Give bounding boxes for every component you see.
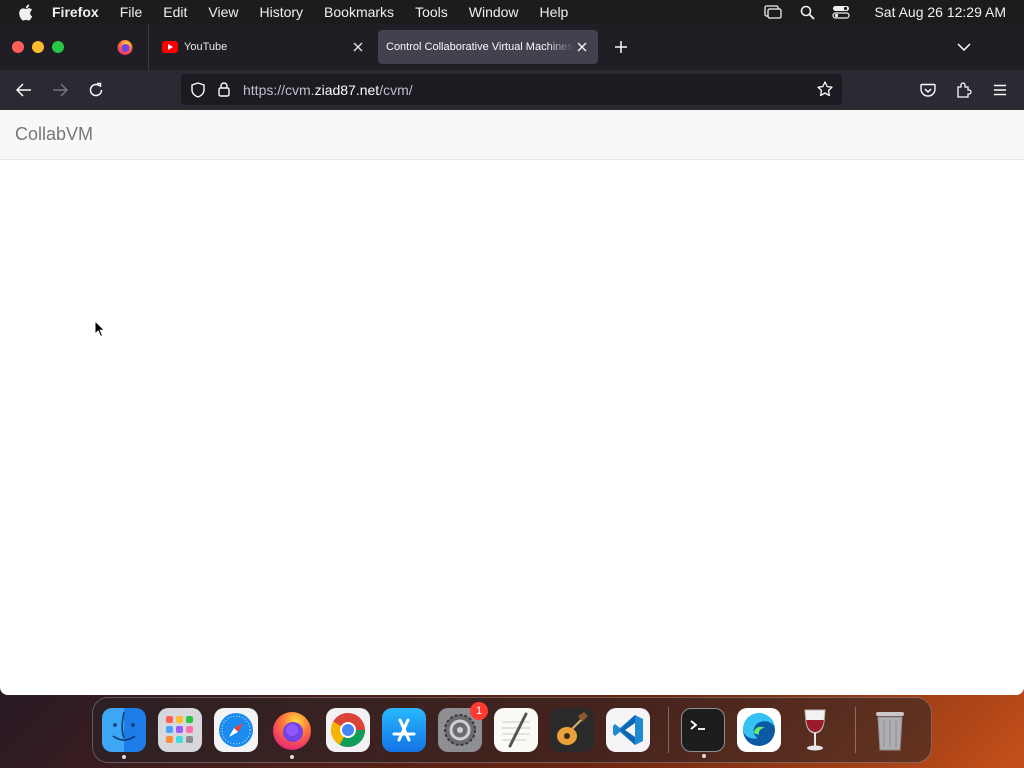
dock-separator	[668, 707, 669, 753]
menu-help[interactable]: Help	[540, 0, 569, 24]
browser-window: YouTube Control Collaborative Virtual Ma…	[0, 24, 1024, 695]
menu-bar-clock[interactable]: Sat Aug 26 12:29 AM	[874, 4, 1006, 20]
address-bar[interactable]: https://cvm.ziad87.net/cvm/	[181, 74, 842, 105]
menu-bookmarks[interactable]: Bookmarks	[324, 0, 394, 24]
url-host: ziad87.net	[314, 81, 380, 98]
list-all-tabs-icon[interactable]	[955, 38, 973, 56]
dock-finder[interactable]	[102, 708, 146, 759]
macos-menu-bar: Firefox File Edit View History Bookmarks…	[0, 0, 1024, 24]
chrome-icon	[331, 713, 365, 747]
minimize-window-button[interactable]	[32, 41, 44, 53]
dock-garageband[interactable]	[550, 708, 594, 752]
dock-safari[interactable]	[214, 708, 258, 752]
tab-strip: YouTube Control Collaborative Virtual Ma…	[0, 24, 1024, 70]
maximize-window-button[interactable]	[52, 41, 64, 53]
window-controls	[12, 41, 64, 53]
url-path: /cvm/	[379, 81, 413, 98]
close-tab-icon[interactable]	[350, 39, 366, 55]
menu-history[interactable]: History	[259, 0, 303, 24]
bookmark-star-icon[interactable]	[816, 80, 834, 98]
dock-launchpad[interactable]	[158, 708, 202, 752]
spotlight-search-icon[interactable]	[798, 4, 816, 20]
close-tab-icon[interactable]	[574, 39, 590, 55]
notification-badge: 1	[470, 702, 488, 720]
tab-title: Control Collaborative Virtual Machines!	[386, 41, 574, 53]
tab-title: YouTube	[184, 41, 228, 53]
running-indicator	[122, 755, 126, 759]
dock-firefox[interactable]	[270, 708, 314, 759]
apple-icon[interactable]	[18, 4, 38, 21]
close-window-button[interactable]	[12, 41, 24, 53]
terminal-icon	[690, 720, 705, 730]
dock-terminal[interactable]	[681, 708, 725, 758]
mouse-cursor-icon	[94, 320, 106, 338]
navigation-toolbar: https://cvm.ziad87.net/cvm/	[0, 70, 1024, 110]
url-prefix: https://cvm.	[243, 81, 315, 98]
control-center-icon[interactable]	[832, 4, 851, 20]
running-indicator	[290, 755, 294, 759]
padlock-icon[interactable]	[215, 81, 233, 99]
menu-view[interactable]: View	[208, 0, 238, 24]
dock-app-store[interactable]	[382, 708, 426, 752]
dock-system-settings[interactable]: 1	[438, 702, 488, 752]
dock-textedit[interactable]	[494, 708, 538, 752]
wine-glass-icon	[804, 709, 826, 751]
tab-collabvm[interactable]: Control Collaborative Virtual Machines!	[378, 30, 598, 64]
menu-edit[interactable]: Edit	[163, 0, 187, 24]
garageband-guitar-icon	[557, 712, 588, 745]
tracking-protection-shield-icon[interactable]	[189, 81, 207, 99]
back-button[interactable]	[15, 81, 33, 99]
dock-wine[interactable]	[793, 708, 837, 752]
site-navbar: CollabVM	[0, 110, 1024, 160]
url-text[interactable]: https://cvm.ziad87.net/cvm/	[243, 82, 413, 98]
menu-file[interactable]: File	[120, 0, 143, 24]
running-indicator	[702, 754, 706, 758]
finder-icon	[112, 711, 136, 741]
site-brand-link[interactable]: CollabVM	[15, 124, 93, 145]
tab-youtube[interactable]: YouTube	[156, 30, 374, 64]
trash-icon	[876, 712, 904, 751]
dock-visual-studio-code[interactable]	[606, 708, 650, 752]
vscode-icon	[613, 715, 643, 745]
extensions-icon[interactable]	[955, 81, 973, 99]
dock-google-chrome[interactable]	[326, 708, 370, 752]
new-tab-button[interactable]	[612, 38, 630, 56]
dock-separator	[855, 707, 856, 753]
edge-icon	[742, 712, 775, 746]
menu-tools[interactable]: Tools	[415, 0, 448, 24]
page-content: CollabVM	[0, 110, 1024, 695]
firefox-view-icon[interactable]	[116, 38, 134, 56]
reload-button[interactable]	[87, 81, 105, 99]
safari-icon	[219, 713, 253, 747]
dock-trash[interactable]	[868, 708, 912, 752]
launchpad-icon	[166, 716, 193, 743]
screen-mirroring-icon[interactable]	[764, 4, 783, 20]
youtube-icon	[162, 39, 178, 55]
app-store-icon	[392, 718, 416, 742]
pocket-icon[interactable]	[919, 81, 937, 99]
textedit-icon	[502, 712, 530, 748]
menu-firefox[interactable]: Firefox	[52, 0, 99, 24]
dock-microsoft-edge[interactable]	[737, 708, 781, 752]
hamburger-menu-icon[interactable]	[991, 81, 1009, 99]
forward-button[interactable]	[51, 81, 69, 99]
menu-window[interactable]: Window	[469, 0, 519, 24]
firefox-icon	[273, 712, 311, 750]
macos-dock: 1	[92, 697, 932, 763]
tab-divider	[148, 24, 149, 70]
